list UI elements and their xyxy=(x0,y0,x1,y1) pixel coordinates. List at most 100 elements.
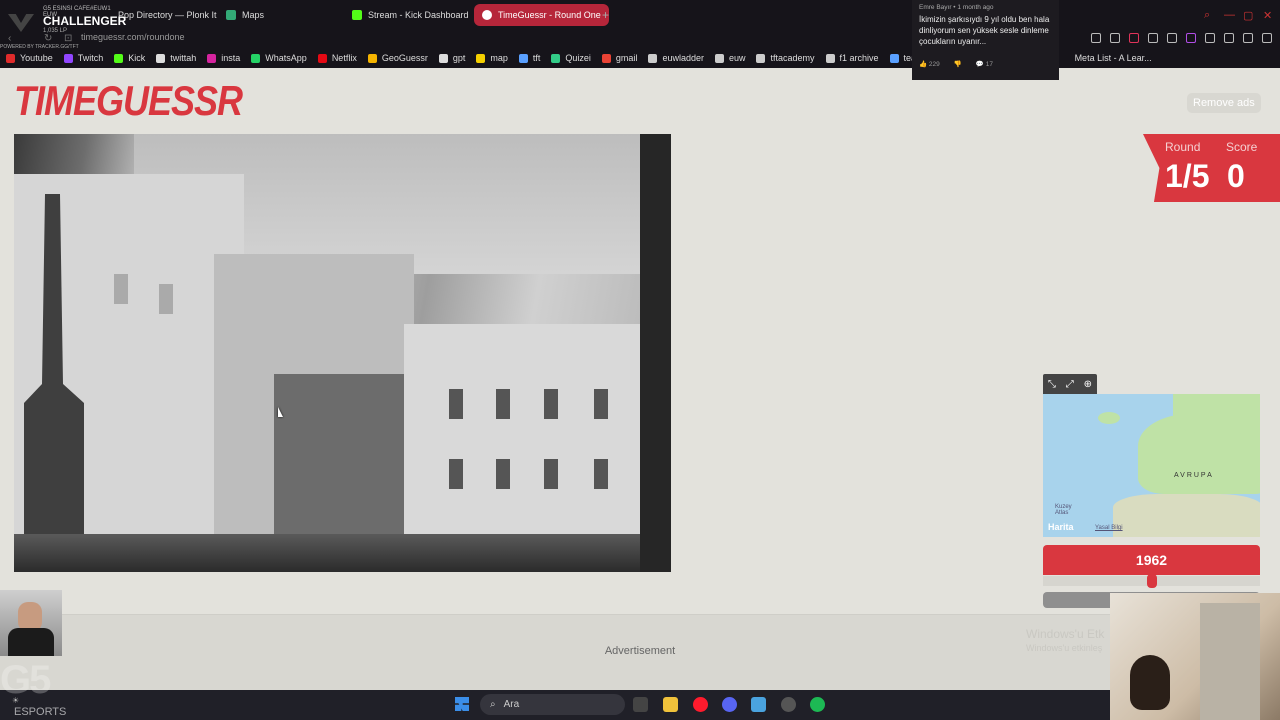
bookmark-favicon-icon xyxy=(476,53,486,63)
bookmark-favicon-icon xyxy=(114,53,124,63)
app-icon[interactable] xyxy=(751,697,766,712)
taskbar-search[interactable]: ⌕ Ara xyxy=(480,694,625,715)
bookmark-item[interactable]: Netflix xyxy=(317,53,357,63)
year-slider[interactable] xyxy=(1043,574,1260,588)
map-attribution: Harita xyxy=(1048,522,1074,532)
photo-window xyxy=(496,389,510,419)
search-icon[interactable]: ⌕ xyxy=(1204,9,1210,22)
bookmark-label: Quizei xyxy=(565,53,591,63)
overlay-powered: POWERED BY TRACKER.GG/TFT xyxy=(0,44,79,50)
bookmark-item[interactable]: tftacademy xyxy=(756,53,815,63)
spotify-icon[interactable] xyxy=(810,697,825,712)
map-toolbar: ⤡ ⤢ ⊕ xyxy=(1043,374,1097,394)
guess-map[interactable]: AVRUPA Kuzey Atlas Harita Yasal Bilgi xyxy=(1043,394,1260,537)
bookmark-favicon-icon xyxy=(438,53,448,63)
shrink-map-icon[interactable]: ⤢ xyxy=(1066,379,1074,390)
download-icon[interactable] xyxy=(1243,33,1253,43)
tab-label: Pop Directory — Plonk It xyxy=(118,10,217,20)
discord-icon[interactable] xyxy=(722,697,737,712)
map-label-ocean: Kuzey Atlas xyxy=(1055,504,1072,516)
tab-label: TimeGuessr - Round One xyxy=(498,10,601,20)
map-label-region: AVRUPA xyxy=(1174,472,1214,479)
bookmark-item[interactable]: GeoGuessr xyxy=(367,53,428,63)
file-explorer-icon[interactable] xyxy=(663,697,678,712)
photo-window xyxy=(449,389,463,419)
bookmark-item[interactable]: WhatsApp xyxy=(251,53,307,63)
heart-icon[interactable] xyxy=(1167,33,1177,43)
puzzle-icon[interactable] xyxy=(1205,33,1215,43)
webcam-door xyxy=(1200,603,1260,720)
overlay-lp: 1,035 LP xyxy=(43,28,68,34)
bookmark-item[interactable]: twittah xyxy=(156,53,196,63)
bookmark-label: Kick xyxy=(128,53,146,63)
timeguessr-logo[interactable]: TIMEGUESSR xyxy=(14,77,243,125)
obs-icon[interactable] xyxy=(781,697,796,712)
bookmark-item[interactable]: gmail xyxy=(601,53,637,63)
photo-crowd xyxy=(14,534,671,572)
bookmark-item[interactable]: Quizei xyxy=(551,53,591,63)
tab-kick-dashboard[interactable]: Stream - Kick Dashboard xyxy=(344,4,477,26)
bookmark-item[interactable]: tft xyxy=(518,53,540,63)
bookmark-favicon-icon xyxy=(156,53,166,63)
tab-maps[interactable]: Maps xyxy=(218,4,272,26)
minimize-icon[interactable]: — xyxy=(1224,9,1235,21)
photo-window xyxy=(594,389,608,419)
bookmark-item[interactable]: Twitch xyxy=(63,53,104,63)
tab-plonkit[interactable]: Pop Directory — Plonk It xyxy=(110,4,225,26)
new-tab-button[interactable]: + xyxy=(602,8,609,22)
challenger-emblem-icon xyxy=(8,14,34,32)
close-icon[interactable]: ✕ xyxy=(1263,9,1272,22)
screenshot-icon[interactable] xyxy=(1110,33,1120,43)
maximize-icon[interactable]: ▢ xyxy=(1243,9,1253,22)
like-count[interactable]: 👍 229 xyxy=(919,60,940,68)
bookmark-label: euw xyxy=(728,53,746,63)
bookmark-favicon-icon xyxy=(756,53,766,63)
bookmark-item[interactable]: euw xyxy=(714,53,746,63)
expand-map-icon[interactable]: ⤡ xyxy=(1048,379,1056,390)
extension-icon[interactable] xyxy=(1186,33,1196,43)
tab-label: Stream - Kick Dashboard xyxy=(368,10,469,20)
round-label: Round xyxy=(1165,140,1201,154)
bookmark-favicon-icon xyxy=(317,53,327,63)
menu-icon[interactable] xyxy=(1262,33,1272,43)
play-icon[interactable] xyxy=(1148,33,1158,43)
photo-pole xyxy=(640,134,671,572)
photo-window xyxy=(159,284,173,314)
bookmark-favicon-icon xyxy=(714,53,724,63)
notification-text: İkimizin şarkısıydı 9 yıl oldu ben hala … xyxy=(919,15,1050,46)
year-slider-thumb[interactable] xyxy=(1146,574,1157,588)
bookmark-item[interactable]: map xyxy=(476,53,508,63)
dislike-icon[interactable]: 👎 xyxy=(954,60,962,68)
bookmark-favicon-icon xyxy=(63,53,73,63)
bookmark-label: gpt xyxy=(452,53,466,63)
map-legal-link[interactable]: Yasal Bilgi xyxy=(1095,525,1123,531)
address-bar: ‹ ↻ ⊡ timeguessr.com/roundone xyxy=(0,30,1280,48)
tab-timeguessr[interactable]: TimeGuessr - Round One xyxy=(474,4,609,26)
bookmark-item-meta-list[interactable]: Meta List - A Lear... xyxy=(1075,53,1152,63)
opera-icon[interactable] xyxy=(693,697,708,712)
bookmark-item[interactable]: euwladder xyxy=(648,53,704,63)
task-view-icon[interactable] xyxy=(633,697,648,712)
map-africa xyxy=(1113,494,1260,537)
remove-ads-button[interactable]: Remove ads xyxy=(1187,93,1261,113)
bookmark-item[interactable]: Kick xyxy=(114,53,145,63)
bookmark-item[interactable]: insta xyxy=(207,53,240,63)
g5-logo: G5 xyxy=(0,658,51,702)
bookmark-favicon-icon xyxy=(6,53,15,63)
bookmarks-bar: Youtube Twitch Kick twittah insta WhatsApp Net… xyxy=(0,48,1280,68)
comment-notification[interactable]: Emre Bayır • 1 month ago İkimizin şarkıs… xyxy=(912,0,1059,80)
pocket-icon[interactable] xyxy=(1129,33,1139,43)
comment-count[interactable]: 💬 17 xyxy=(976,60,993,68)
bookmark-item[interactable]: gpt xyxy=(438,53,466,63)
account-icon[interactable] xyxy=(1224,33,1234,43)
webcam-person xyxy=(1130,655,1170,710)
score-value: 0 xyxy=(1227,158,1245,194)
bookmark-icon[interactable] xyxy=(1091,33,1101,43)
bookmark-favicon-icon xyxy=(648,53,658,63)
bookmark-label: Twitch xyxy=(77,53,104,63)
bookmark-item[interactable]: f1 archive xyxy=(825,53,879,63)
photo-window xyxy=(449,459,463,489)
bookmark-favicon-icon xyxy=(251,53,261,63)
pin-map-icon[interactable]: ⊕ xyxy=(1084,379,1092,390)
bookmark-item[interactable]: Youtube xyxy=(6,53,53,63)
